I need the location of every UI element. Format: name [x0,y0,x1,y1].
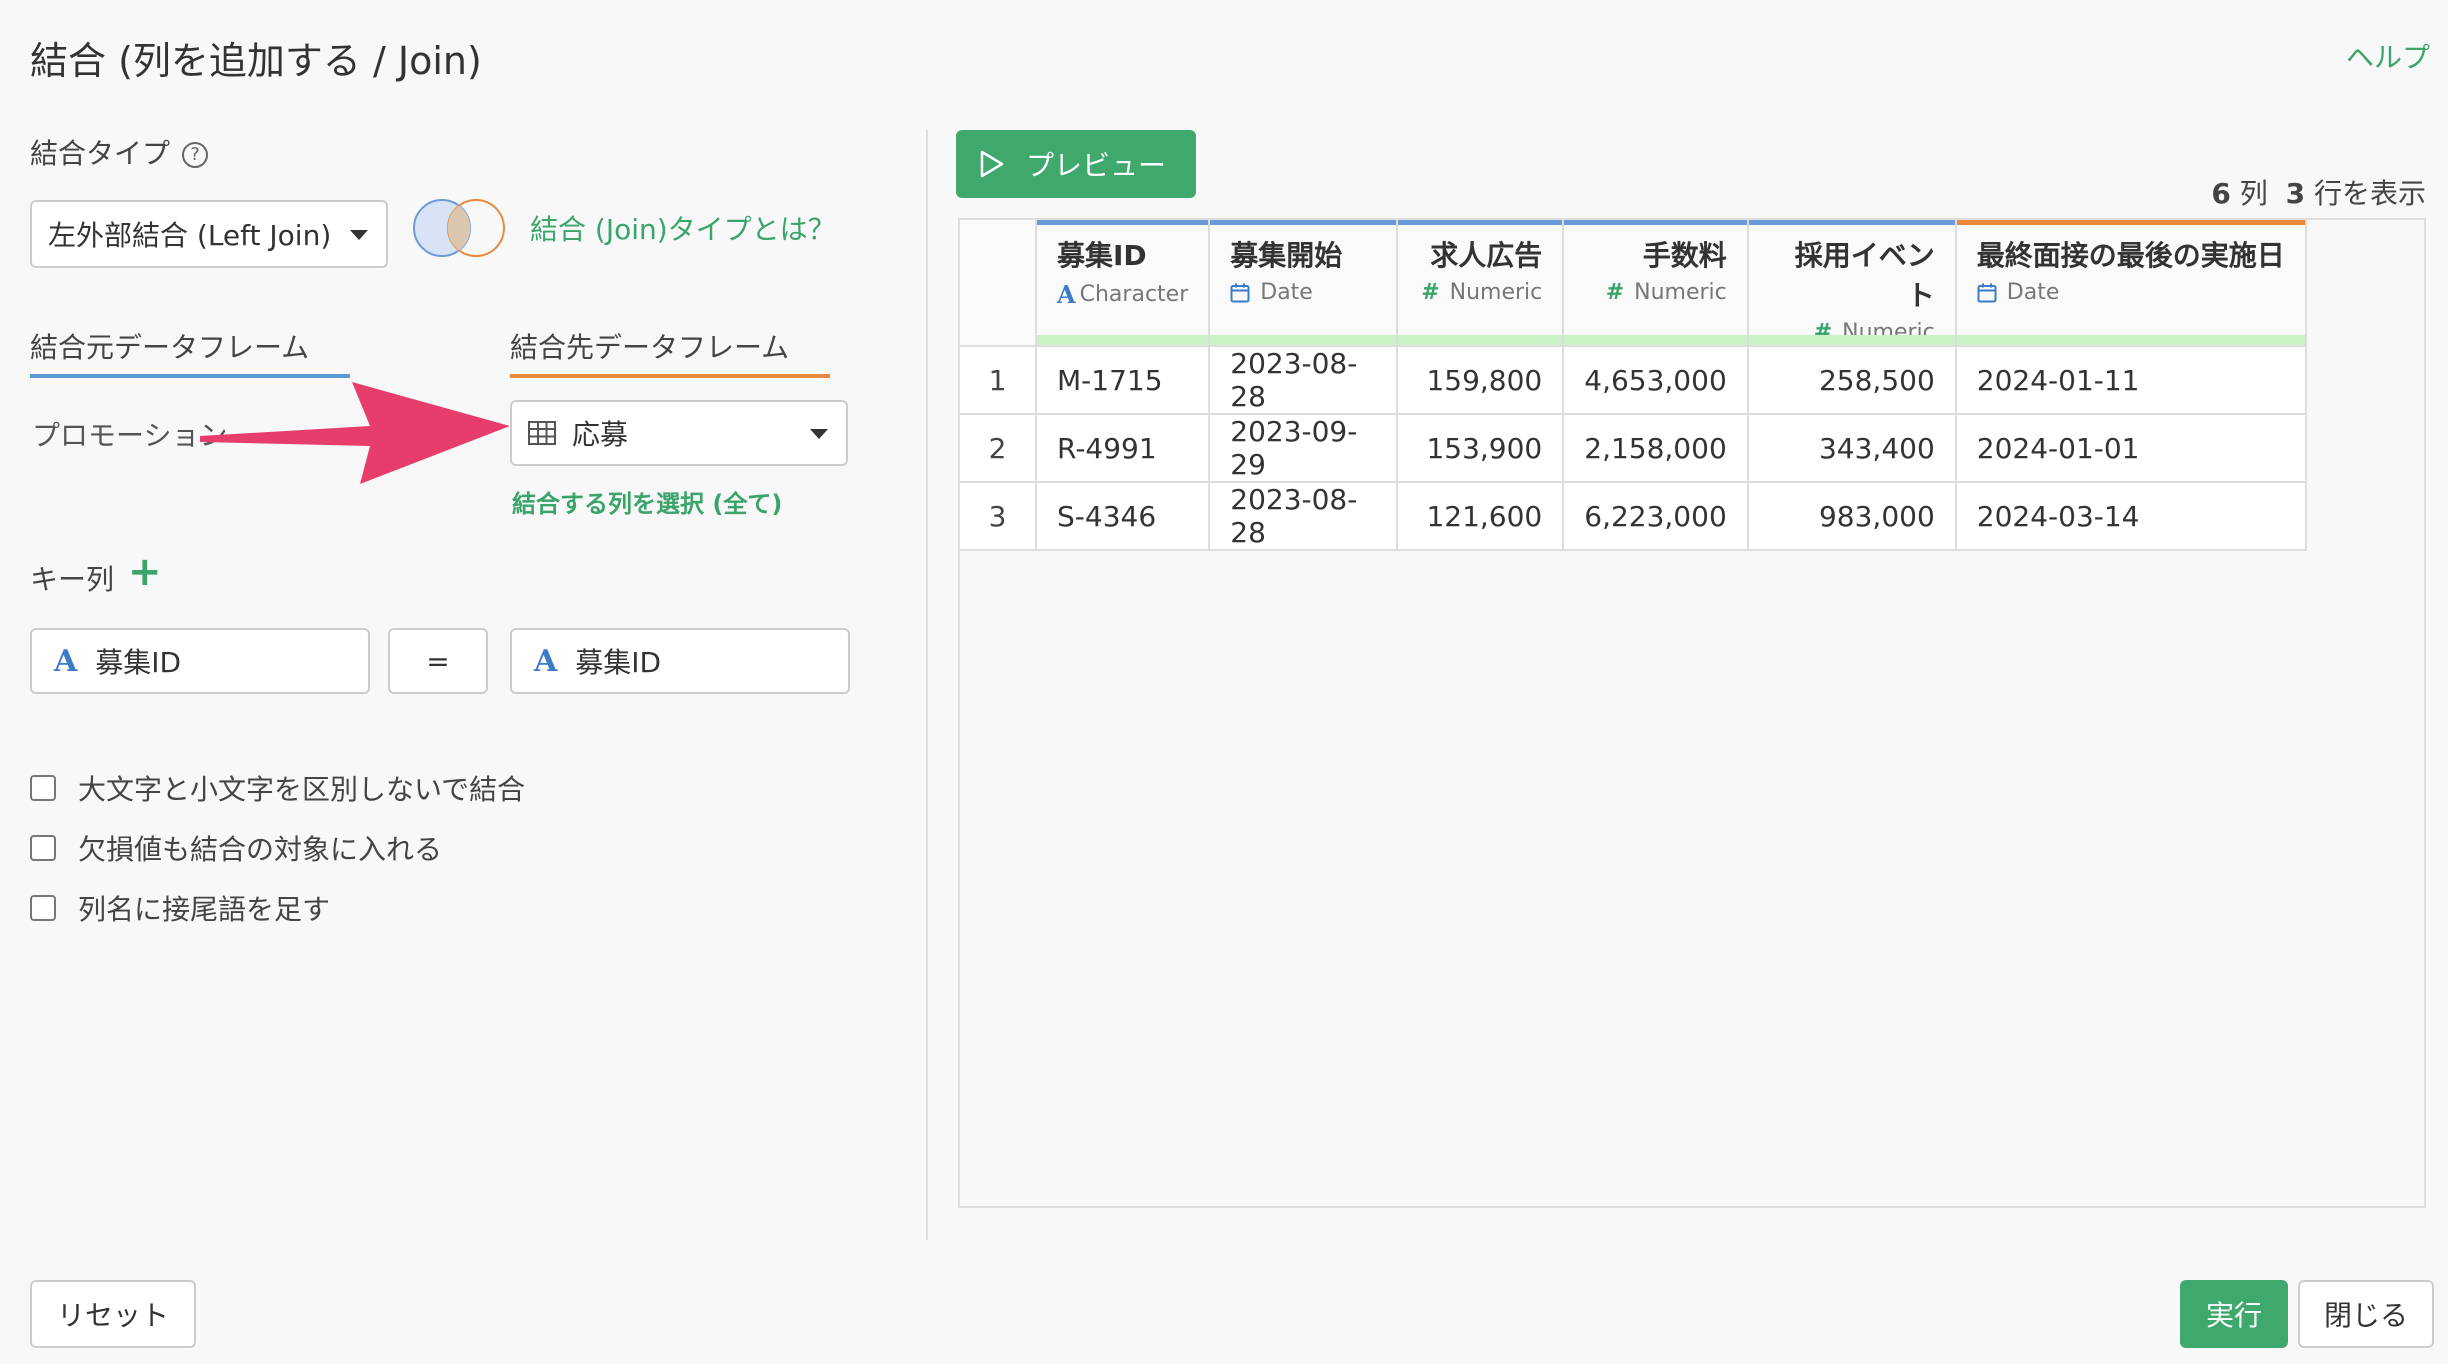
calendar-icon [1230,283,1250,302]
checkbox[interactable] [30,835,56,861]
preview-table: 募集ID A Character 募集開始 Date 求人広告 # Numeri… [960,220,2307,551]
join-type-help-link[interactable]: 結合 (Join)タイプとは？ [530,208,836,248]
table-cell: 2024-01-11 [1955,346,2307,415]
panel-divider [926,130,928,1240]
key-operator-select[interactable]: = [388,628,488,694]
numeric-type-icon: # [1605,280,1625,305]
column-header[interactable]: 求人広告 # Numeric [1397,220,1565,347]
option-label: 欠損値も結合の対象に入れる [78,833,443,866]
join-type-label-text: 結合タイプ [30,137,171,170]
table-row: 1 M-1715 2023-08-28 159,800 4,653,000 25… [960,346,2307,415]
table-cell: R-4991 [1036,414,1211,483]
row-count: 3 [2285,177,2306,210]
numeric-type-icon: # [1421,280,1440,305]
character-type-icon: A [1057,280,1076,309]
column-header[interactable]: 手数料 # Numeric [1563,220,1749,347]
close-button[interactable]: 閉じる [2298,1280,2434,1348]
option-label: 列名に接尾語を足す [78,893,331,926]
column-type: Numeric [1634,280,1727,305]
table-cell: 121,600 [1397,482,1565,551]
row-number: 1 [960,346,1037,415]
row-number: 3 [960,482,1037,551]
question-icon[interactable]: ? [182,142,209,168]
chevron-down-icon [810,429,828,439]
column-name: 募集ID [1057,239,1147,272]
target-dataframe-tab[interactable]: 結合先データフレーム [510,326,830,378]
target-dataframe-select[interactable]: 応募 [510,400,848,466]
table-cell: S-4346 [1036,482,1211,551]
key-columns-label: キー列 [30,563,115,596]
table-row: 2 R-4991 2023-09-29 153,900 2,158,000 34… [960,414,2307,483]
arrow-annotation [200,382,510,484]
preview-table-container[interactable]: 募集ID A Character 募集開始 Date 求人広告 # Numeri… [958,218,2426,1208]
table-cell: 258,500 [1747,346,1957,415]
select-columns-link[interactable]: 結合する列を選択 (全て) [512,484,782,519]
table-icon [528,421,556,445]
table-cell: 343,400 [1747,414,1957,483]
reset-button[interactable]: リセット [30,1280,196,1348]
join-type-label: 結合タイプ? [30,132,209,172]
option-include-missing[interactable]: 欠損値も結合の対象に入れる [30,828,442,868]
target-dataframe-value: 応募 [572,418,629,451]
column-header[interactable]: 募集開始 Date [1209,220,1399,347]
checkbox[interactable] [30,775,56,801]
key-right-select[interactable]: A 募集ID [510,628,850,694]
column-name: 求人広告 [1430,239,1543,272]
table-cell: 6,223,000 [1563,482,1749,551]
column-type: Numeric [1449,280,1543,305]
row-column-count: 6 列 3 行を表示 [2211,172,2426,212]
column-type: Date [2006,280,2060,305]
column-name: 募集開始 [1230,239,1343,272]
table-cell: 2023-08-28 [1209,482,1399,551]
column-name: 手数料 [1642,239,1727,272]
option-label: 大文字と小文字を区別しないで結合 [78,773,526,806]
chevron-down-icon [350,230,368,240]
join-type-select[interactable]: 左外部結合 (Left Join) [30,200,388,268]
column-name: 最終面接の最後の実施日 [1976,239,2285,272]
table-cell: 153,900 [1397,414,1565,483]
run-button[interactable]: 実行 [2180,1280,2288,1348]
add-key-icon[interactable]: + [128,552,162,592]
play-icon [980,150,1004,178]
column-count-unit: 列 [2239,177,2268,210]
preview-button-label: プレビュー [1026,149,1167,182]
join-type-value: 左外部結合 (Left Join) [48,219,332,252]
key-left-value: 募集ID [95,646,182,679]
row-count-unit: 行を表示 [2313,177,2426,210]
column-name: 採用イベント [1794,239,1935,312]
column-header[interactable]: 最終面接の最後の実施日 Date [1955,220,2307,347]
page-title: 結合 (列を追加する / Join) [30,39,482,83]
preview-button[interactable]: プレビュー [956,130,1196,198]
column-type: Character [1079,282,1189,307]
table-cell: 2023-08-28 [1209,346,1399,415]
source-dataframe-name: プロモーション [32,419,228,452]
venn-diagram-icon [413,199,505,257]
key-left-select[interactable]: A 募集ID [30,628,370,694]
table-cell: 2024-01-01 [1955,414,2307,483]
checkbox[interactable] [30,895,56,921]
table-cell: 2024-03-14 [1955,482,2307,551]
key-right-value: 募集ID [575,646,662,679]
calendar-icon [1977,283,1997,302]
character-type-icon: A [534,643,558,679]
option-add-suffix[interactable]: 列名に接尾語を足す [30,888,330,928]
column-header[interactable]: 採用イベント # Numeric [1747,220,1957,347]
row-number: 2 [960,414,1037,483]
column-type: Date [1260,280,1313,305]
table-cell: 983,000 [1747,482,1957,551]
option-case-insensitive[interactable]: 大文字と小文字を区別しないで結合 [30,768,525,808]
column-count: 6 [2211,177,2231,210]
table-cell: 2023-09-29 [1209,414,1399,483]
table-row: 3 S-4346 2023-08-28 121,600 6,223,000 98… [960,482,2307,551]
help-link[interactable]: ヘルプ [2346,36,2430,76]
character-type-icon: A [54,643,78,679]
table-cell: 4,653,000 [1563,346,1749,415]
column-header[interactable]: 募集ID A Character [1036,220,1211,347]
table-cell: 2,158,000 [1563,414,1749,483]
table-cell: M-1715 [1036,346,1211,415]
table-cell: 159,800 [1397,346,1565,415]
row-number-header [960,220,1037,347]
